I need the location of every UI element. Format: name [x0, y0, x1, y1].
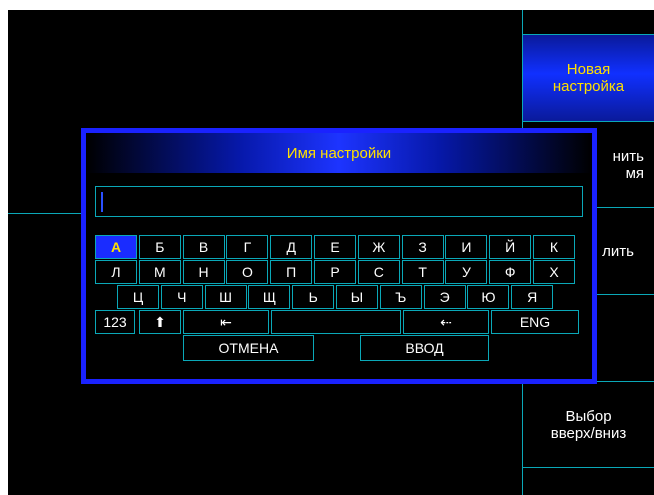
key-3-10[interactable]: Я — [511, 285, 554, 309]
key-1-2[interactable]: Б — [138, 235, 181, 259]
key-3-8-label: Э — [439, 289, 450, 305]
key-2-8-label: Т — [418, 264, 427, 280]
key-1-5[interactable]: Д — [270, 235, 313, 259]
key-3-5-label: Ь — [308, 289, 318, 305]
key-1-8[interactable]: З — [401, 235, 444, 259]
key-1-1-label: А — [110, 239, 122, 255]
key-3-6[interactable]: Ы — [336, 285, 378, 309]
key-2-3[interactable]: Н — [182, 260, 225, 284]
dialog-title: Имя настройки — [86, 133, 592, 173]
key-2-6[interactable]: Р — [314, 260, 356, 284]
shift-key[interactable]: ⬆ — [139, 310, 181, 334]
enter-button[interactable]: ВВОД — [360, 335, 489, 361]
key-1-5-label: Д — [286, 239, 296, 255]
key-1-4-label: Г — [243, 239, 252, 255]
numbers-key-label: 123 — [103, 314, 127, 330]
backspace-key[interactable]: ⇠ — [403, 310, 489, 334]
softkey-save-name-label: нить мя — [612, 147, 644, 182]
key-2-1[interactable]: Л — [95, 260, 137, 284]
language-key[interactable]: ENG — [491, 310, 579, 334]
key-3-8[interactable]: Э — [423, 285, 466, 309]
backspace-key-label: ⇠ — [440, 313, 452, 330]
key-1-7-label: Ж — [372, 239, 386, 255]
softkey-0[interactable] — [523, 10, 654, 34]
space-key[interactable] — [271, 310, 401, 334]
key-3-2[interactable]: Ч — [160, 285, 203, 309]
key-2-2-label: М — [153, 264, 166, 280]
softkey-new-preset-label: Новая настройка — [552, 61, 625, 95]
key-3-4[interactable]: Щ — [248, 285, 291, 309]
key-1-7[interactable]: Ж — [357, 235, 400, 259]
key-1-11[interactable]: К — [533, 235, 575, 259]
language-key-label: ENG — [519, 314, 551, 330]
key-3-1-label: Ц — [132, 289, 144, 305]
key-3-3[interactable]: Ш — [204, 285, 247, 309]
key-2-7-label: С — [373, 264, 384, 280]
enter-button-label: ВВОД — [405, 340, 444, 356]
key-1-3-label: В — [198, 239, 209, 255]
key-3-5[interactable]: Ь — [292, 285, 335, 309]
key-2-2[interactable]: М — [138, 260, 181, 284]
preset-name-input[interactable] — [95, 186, 583, 217]
key-3-7[interactable]: Ъ — [379, 285, 422, 309]
key-1-10-label: Й — [505, 239, 516, 255]
key-3-9-label: Ю — [481, 289, 496, 305]
key-3-7-label: Ъ — [395, 289, 407, 305]
name-entry-dialog: Имя настройки А Б В Г Д Е Ж З И Й К Л М Н О П Р С Т У Ф Х Ц Ч Ш Щ… — [81, 128, 597, 384]
key-2-10-label: Ф — [504, 264, 516, 280]
key-2-4-label: О — [241, 264, 253, 280]
device-screen: Новая настройка нить мя лить Выбор вверх… — [8, 10, 654, 495]
key-2-9[interactable]: У — [445, 260, 488, 284]
key-2-6-label: Р — [330, 264, 340, 280]
key-3-2-label: Ч — [177, 289, 187, 305]
key-2-11[interactable]: Х — [533, 260, 575, 284]
cancel-button-label: ОТМЕНА — [218, 340, 279, 356]
key-3-4-label: Щ — [262, 289, 276, 305]
key-2-4[interactable]: О — [226, 260, 269, 284]
key-1-6-label: Е — [330, 239, 340, 255]
key-3-9[interactable]: Ю — [467, 285, 510, 309]
key-2-10[interactable]: Ф — [489, 260, 532, 284]
shift-key-label: ⬆ — [154, 313, 166, 330]
cursor-home-key[interactable]: ⇤ — [183, 310, 269, 334]
key-2-3-label: Н — [198, 264, 209, 280]
key-2-9-label: У — [461, 264, 471, 280]
key-2-5-label: П — [286, 264, 297, 280]
key-1-6[interactable]: Е — [314, 235, 356, 259]
numbers-key[interactable]: 123 — [95, 310, 135, 334]
key-1-8-label: З — [418, 239, 427, 255]
key-1-10[interactable]: Й — [489, 235, 532, 259]
key-1-9[interactable]: И — [445, 235, 488, 259]
key-3-3-label: Ш — [219, 289, 233, 305]
key-1-3[interactable]: В — [182, 235, 225, 259]
key-1-9-label: И — [461, 239, 472, 255]
key-2-8[interactable]: Т — [401, 260, 444, 284]
key-2-1-label: Л — [111, 264, 121, 280]
softkey-new-preset[interactable]: Новая настройка — [523, 35, 654, 121]
softkey-6[interactable] — [523, 468, 654, 495]
dialog-title-text: Имя настройки — [286, 144, 392, 162]
key-1-11-label: К — [549, 239, 559, 255]
key-1-1[interactable]: А — [95, 235, 137, 259]
background-divider — [8, 213, 83, 214]
cursor-home-key-label: ⇤ — [220, 313, 232, 330]
text-cursor — [101, 192, 103, 212]
key-2-5[interactable]: П — [270, 260, 313, 284]
key-1-2-label: Б — [155, 239, 165, 255]
softkey-delete-label: лить — [602, 242, 634, 260]
key-3-6-label: Ы — [350, 289, 364, 305]
cancel-button[interactable]: ОТМЕНА — [183, 335, 314, 361]
key-1-4[interactable]: Г — [226, 235, 269, 259]
key-2-7[interactable]: С — [357, 260, 400, 284]
softkey-select-up-down-label: Выбор вверх/вниз — [550, 407, 627, 442]
softkey-select-up-down[interactable]: Выбор вверх/вниз — [523, 382, 654, 467]
key-3-1[interactable]: Ц — [117, 285, 159, 309]
key-3-10-label: Я — [527, 289, 538, 305]
key-2-11-label: Х — [549, 264, 559, 280]
